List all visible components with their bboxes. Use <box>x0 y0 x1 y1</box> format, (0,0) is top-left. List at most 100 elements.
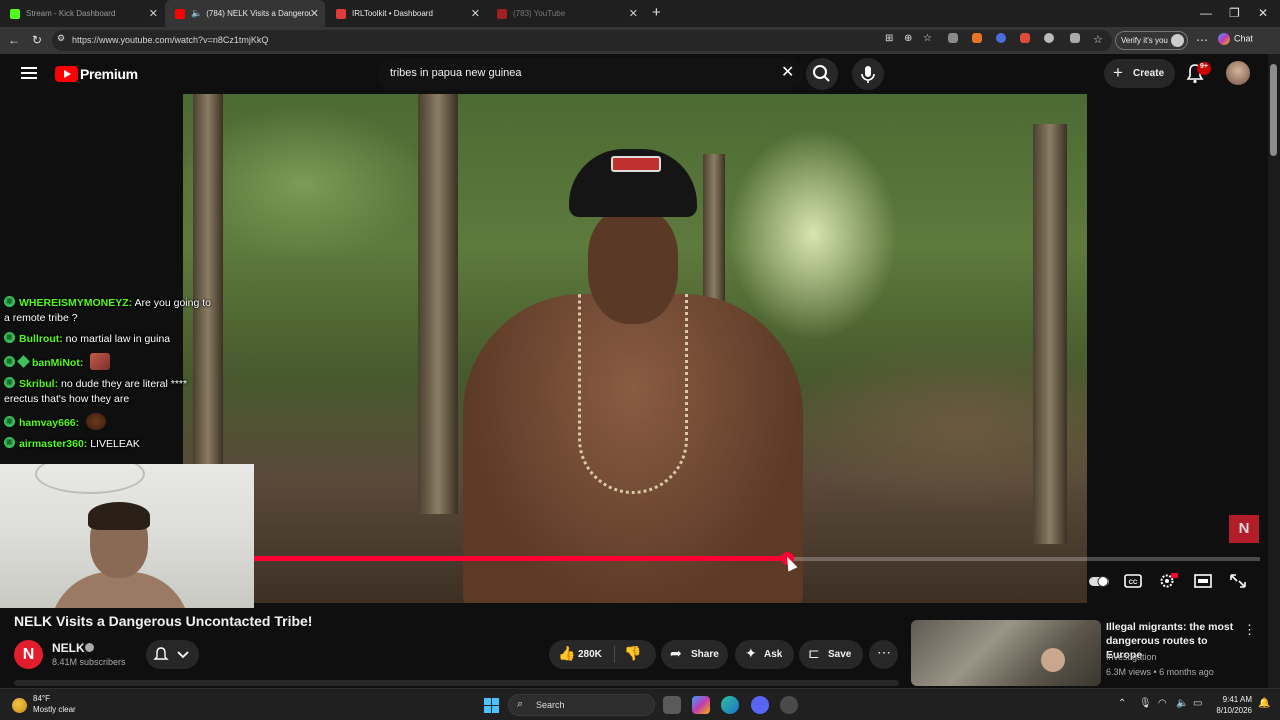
streamer-hair <box>88 502 150 530</box>
chat-username: airmaster360: <box>19 438 88 450</box>
browser-tab-youtube-active[interactable]: 🔈 (784) NELK Visits a Dangerous Uncontac… <box>165 0 325 27</box>
new-tab-button[interactable]: + <box>652 4 661 21</box>
subtitles-icon[interactable]: CC <box>1123 573 1143 589</box>
extension-shield-icon[interactable] <box>948 33 958 43</box>
description-preview[interactable] <box>14 680 899 686</box>
like-count[interactable]: 280K <box>578 649 602 660</box>
wifi-icon[interactable]: ◠ <box>1158 698 1167 709</box>
like-thumb-icon[interactable]: 👍 <box>558 645 575 662</box>
copilot-app-icon[interactable] <box>692 696 710 714</box>
verify-identity-button[interactable]: Verify it's you <box>1115 31 1188 50</box>
close-icon[interactable]: ✕ <box>310 7 319 20</box>
tray-chevron-icon[interactable]: ⌃ <box>1118 698 1126 709</box>
kebab-menu-icon[interactable]: ⋮ <box>1243 622 1256 638</box>
recommended-channel[interactable]: Investigation <box>1106 652 1157 662</box>
search-icon: ⌕ <box>517 698 524 710</box>
split-screen-icon[interactable] <box>1070 33 1080 43</box>
chat-username: WHEREISMYMONEYZ: <box>19 297 133 309</box>
chat-username: banMiNot: <box>32 357 84 369</box>
youtube-premium-logo[interactable]: Premium <box>80 66 138 82</box>
search-button[interactable] <box>806 58 838 90</box>
autoplay-toggle-icon[interactable] <box>1088 573 1110 589</box>
zoom-icon[interactable]: ⊕ <box>904 33 912 44</box>
clock-time: 9:41 AM <box>1222 695 1252 704</box>
voice-search-button[interactable] <box>852 58 884 90</box>
extensions-puzzle-icon[interactable] <box>1044 33 1054 43</box>
recommended-video-thumbnail[interactable] <box>911 620 1101 686</box>
system-clock[interactable]: 9:41 AM 8/10/2026 <box>1210 694 1252 716</box>
settings-gear-icon[interactable] <box>1158 573 1178 589</box>
edge-browser-icon[interactable] <box>721 696 739 714</box>
obs-icon[interactable] <box>780 696 798 714</box>
apps-icon[interactable]: ⊞ <box>885 33 893 44</box>
chat-label: Chat <box>1234 33 1254 44</box>
more-actions-button[interactable]: ⋯ <box>869 640 898 669</box>
chat-username: hamvay666: <box>19 417 80 429</box>
youtube-logo-icon[interactable] <box>55 66 78 82</box>
theater-mode-icon[interactable] <box>1193 573 1213 589</box>
create-button[interactable]: + Create <box>1104 59 1175 88</box>
discord-icon[interactable] <box>751 696 769 714</box>
windows-start-icon[interactable] <box>484 698 499 713</box>
maximize-button[interactable]: ❐ <box>1229 6 1240 20</box>
channel-watermark[interactable]: N <box>1229 515 1259 543</box>
search-input[interactable]: tribes in papua new guinea <box>378 58 803 90</box>
notification-center-icon[interactable]: 🔔 <box>1258 698 1270 709</box>
notification-count-badge: 9+ <box>1197 62 1211 75</box>
clear-search-icon[interactable]: ✕ <box>781 62 794 82</box>
site-info-icon[interactable]: ⚙ <box>57 33 65 44</box>
microphone-tray-icon[interactable]: 🎙 <box>1139 698 1152 709</box>
chat-message: Bullrout: no martial law in guina <box>4 330 219 347</box>
close-icon[interactable]: ✕ <box>629 7 638 20</box>
taskbar-search[interactable]: ⌕ Search <box>508 694 655 716</box>
favorite-star-icon[interactable]: ☆ <box>923 33 932 44</box>
close-icon[interactable]: ✕ <box>149 7 158 20</box>
recommended-meta: 6.3M views • 6 months ago <box>1106 667 1214 677</box>
task-view-icon[interactable] <box>663 696 681 714</box>
channel-avatar[interactable]: N <box>14 640 43 669</box>
close-icon[interactable]: ✕ <box>471 7 480 20</box>
dislike-thumb-icon[interactable]: 👎 <box>624 645 641 662</box>
share-arrow-icon: ➦ <box>670 645 682 661</box>
video-title: NELK Visits a Dangerous Uncontacted Trib… <box>14 613 313 629</box>
browser-tab-irltoolkit[interactable]: IRLToolkit • Dashboard ✕ <box>326 0 486 27</box>
browser-tab-youtube-home[interactable]: (783) YouTube ✕ <box>487 0 644 27</box>
subscriber-count: 8.41M subscribers <box>52 657 126 667</box>
reload-icon[interactable]: ↻ <box>32 33 42 47</box>
account-avatar[interactable] <box>1226 61 1250 85</box>
subscription-bell-button[interactable] <box>146 640 199 669</box>
ask-button[interactable]: ✦ Ask <box>735 640 794 669</box>
video-frame-tree <box>1033 124 1067 544</box>
tab-title: (784) NELK Visits a Dangerous Uncontacte… <box>206 9 312 18</box>
search-query-text[interactable]: tribes in papua new guinea <box>390 67 521 79</box>
minimize-button[interactable]: — <box>1200 6 1212 20</box>
speaker-icon[interactable]: 🔈 <box>191 8 202 19</box>
channel-name[interactable]: NELK <box>52 641 85 655</box>
ceiling-fan <box>35 464 145 494</box>
browser-tab-kick[interactable]: Stream - Kick Dashboard ✕ <box>0 0 164 27</box>
share-button[interactable]: ➦ Share <box>661 640 728 669</box>
plus-icon: + <box>1113 63 1123 82</box>
more-menu-icon[interactable]: ⋯ <box>1196 33 1208 47</box>
url-text[interactable]: https://www.youtube.com/watch?v=n8Cz1tmj… <box>72 35 268 45</box>
save-button[interactable]: ⊏ Save <box>799 640 863 669</box>
volume-icon[interactable]: 🔈 <box>1176 698 1188 709</box>
copilot-chat-button[interactable]: Chat <box>1218 33 1253 45</box>
extension-blue-icon[interactable] <box>996 33 1006 43</box>
collections-icon[interactable]: ☆ <box>1093 33 1103 46</box>
hamburger-menu-icon[interactable] <box>21 67 37 79</box>
windows-taskbar: 84°F Mostly clear ⌕ Search ⌃ 🎙 ◠ 🔈 ▭ 9:4… <box>0 688 1280 720</box>
extension-orange-icon[interactable] <box>972 33 982 43</box>
download-icon[interactable] <box>1020 33 1030 43</box>
webcam-overlay <box>0 464 254 608</box>
scrollbar-thumb[interactable] <box>1270 64 1277 156</box>
video-player[interactable] <box>183 94 1087 603</box>
progress-bar-played[interactable] <box>254 556 787 561</box>
create-label: Create <box>1133 68 1165 79</box>
kick-badge-icon <box>4 435 15 450</box>
close-window-button[interactable]: ✕ <box>1258 6 1268 20</box>
back-arrow-icon[interactable]: ← <box>8 33 20 47</box>
fullscreen-icon[interactable] <box>1228 573 1248 589</box>
search-icon <box>813 65 830 82</box>
battery-icon[interactable]: ▭ <box>1193 698 1202 709</box>
